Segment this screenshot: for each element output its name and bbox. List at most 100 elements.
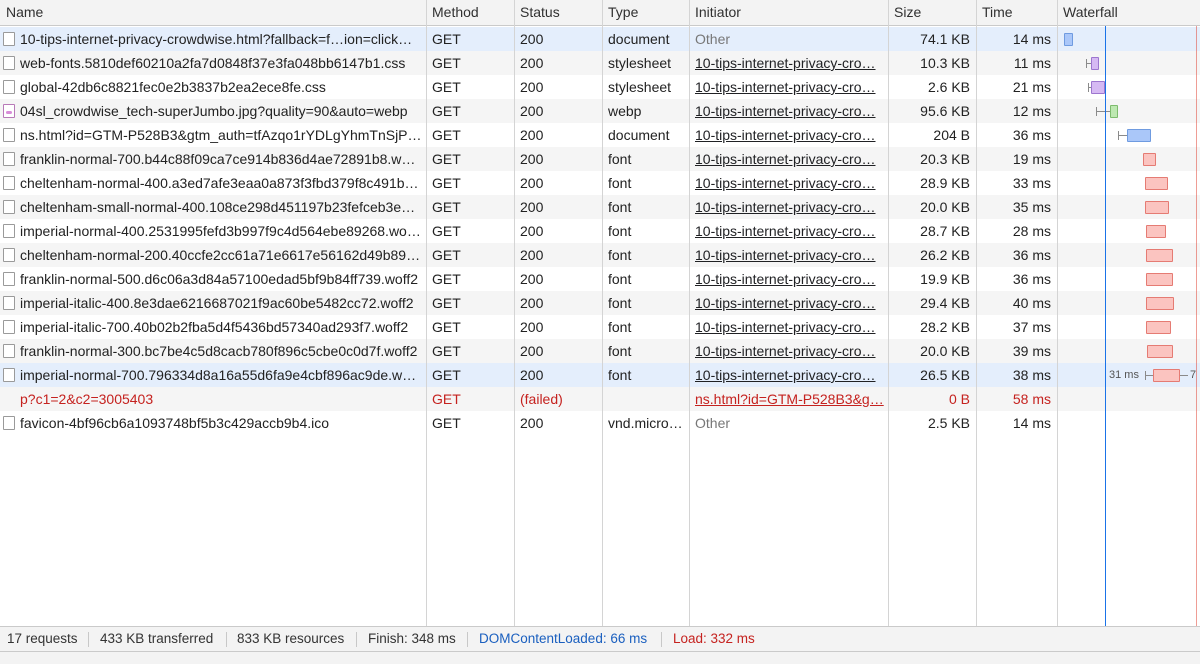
waterfall-cell[interactable] [1060, 99, 1200, 123]
waterfall-timing-bar[interactable] [1146, 321, 1171, 334]
column-divider[interactable] [689, 0, 690, 626]
request-name[interactable]: 10-tips-internet-privacy-crowdwise.html?… [20, 27, 422, 51]
waterfall-timing-bar[interactable] [1147, 345, 1173, 358]
name-cell[interactable]: imperial-italic-700.40b02b2fba5d4f5436bd… [0, 315, 426, 339]
name-cell[interactable]: ns.html?id=GTM-P528B3&gtm_auth=tfAzqo1rY… [0, 123, 426, 147]
name-cell[interactable]: web-fonts.5810def60210a2fa7d0848f37e3fa0… [0, 51, 426, 75]
name-cell[interactable]: imperial-italic-400.8e3dae6216687021f9ac… [0, 291, 426, 315]
waterfall-cell[interactable] [1060, 315, 1200, 339]
waterfall-timing-bar[interactable] [1064, 33, 1073, 46]
name-cell[interactable]: global-42db6c8821fec0e2b3837b2ea2ece8fe.… [0, 75, 426, 99]
waterfall-cell[interactable] [1060, 147, 1200, 171]
table-row[interactable]: cheltenham-normal-400.a3ed7afe3eaa0a873f… [0, 171, 1200, 195]
column-header-type[interactable]: Type [602, 0, 689, 26]
waterfall-cell[interactable] [1060, 171, 1200, 195]
waterfall-cell[interactable] [1060, 339, 1200, 363]
initiator-cell[interactable]: 10-tips-internet-privacy-cro… [689, 291, 888, 315]
initiator-cell[interactable]: 10-tips-internet-privacy-cro… [689, 267, 888, 291]
initiator-cell[interactable]: 10-tips-internet-privacy-cro… [689, 315, 888, 339]
initiator-cell[interactable]: 10-tips-internet-privacy-cro… [689, 123, 888, 147]
table-row[interactable]: 10-tips-internet-privacy-crowdwise.html?… [0, 27, 1200, 51]
waterfall-timing-bar[interactable] [1146, 225, 1166, 238]
request-name[interactable]: ns.html?id=GTM-P528B3&gtm_auth=tfAzqo1rY… [20, 123, 422, 147]
request-name[interactable]: cheltenham-normal-400.a3ed7afe3eaa0a873f… [20, 171, 422, 195]
table-row[interactable]: franklin-normal-500.d6c06a3d84a57100edad… [0, 267, 1200, 291]
table-row[interactable]: favicon-4bf96cb6a1093748bf5b3c429accb9b4… [0, 411, 1200, 435]
waterfall-timing-bar[interactable] [1127, 129, 1151, 142]
request-name[interactable]: imperial-italic-400.8e3dae6216687021f9ac… [20, 291, 422, 315]
waterfall-cell[interactable] [1060, 411, 1200, 435]
name-cell[interactable]: favicon-4bf96cb6a1093748bf5b3c429accb9b4… [0, 411, 426, 435]
initiator-cell[interactable]: 10-tips-internet-privacy-cro… [689, 363, 888, 387]
waterfall-cell[interactable] [1060, 219, 1200, 243]
waterfall-cell[interactable] [1060, 51, 1200, 75]
initiator-cell[interactable]: ns.html?id=GTM-P528B3&g… [689, 387, 888, 411]
request-name[interactable]: franklin-normal-700.b44c88f09ca7ce914b83… [20, 147, 422, 171]
name-cell[interactable]: cheltenham-small-normal-400.108ce298d451… [0, 195, 426, 219]
request-name[interactable]: imperial-italic-700.40b02b2fba5d4f5436bd… [20, 315, 422, 339]
waterfall-timing-bar[interactable] [1143, 153, 1156, 166]
column-header-time[interactable]: Time [976, 0, 1057, 26]
waterfall-cell[interactable] [1060, 243, 1200, 267]
table-row[interactable]: ns.html?id=GTM-P528B3&gtm_auth=tfAzqo1rY… [0, 123, 1200, 147]
name-cell[interactable]: 10-tips-internet-privacy-crowdwise.html?… [0, 27, 426, 51]
initiator-cell[interactable]: 10-tips-internet-privacy-cro… [689, 75, 888, 99]
waterfall-cell[interactable] [1060, 291, 1200, 315]
table-row[interactable]: franklin-normal-700.b44c88f09ca7ce914b83… [0, 147, 1200, 171]
table-row[interactable]: global-42db6c8821fec0e2b3837b2ea2ece8fe.… [0, 75, 1200, 99]
table-row[interactable]: imperial-italic-700.40b02b2fba5d4f5436bd… [0, 315, 1200, 339]
name-cell[interactable]: franklin-normal-500.d6c06a3d84a57100edad… [0, 267, 426, 291]
name-cell[interactable]: cheltenham-normal-200.40ccfe2cc61a71e661… [0, 243, 426, 267]
column-header-size[interactable]: Size [888, 0, 976, 26]
column-divider[interactable] [602, 0, 603, 626]
waterfall-timing-bar[interactable] [1110, 105, 1118, 118]
table-row[interactable]: p?c1=2&c2=3005403 GET (failed) ns.html?id=G… [0, 387, 1200, 411]
name-cell[interactable]: imperial-normal-400.2531995fefd3b997f9c4… [0, 219, 426, 243]
waterfall-timing-bar[interactable] [1146, 249, 1173, 262]
column-divider[interactable] [888, 0, 889, 626]
request-name[interactable]: cheltenham-normal-200.40ccfe2cc61a71e661… [20, 243, 422, 267]
column-header-method[interactable]: Method [426, 0, 514, 26]
waterfall-cell[interactable] [1060, 387, 1200, 411]
request-name[interactable]: global-42db6c8821fec0e2b3837b2ea2ece8fe.… [20, 75, 422, 99]
name-cell[interactable]: 04sl_crowdwise_tech-superJumbo.jpg?quali… [0, 99, 426, 123]
request-name[interactable]: franklin-normal-500.d6c06a3d84a57100edad… [20, 267, 422, 291]
waterfall-cell[interactable]: 31 ms 7 [1060, 363, 1200, 387]
initiator-cell[interactable]: 10-tips-internet-privacy-cro… [689, 99, 888, 123]
request-name[interactable]: cheltenham-small-normal-400.108ce298d451… [20, 195, 422, 219]
table-row[interactable]: franklin-normal-300.bc7be4c5d8cacb780f89… [0, 339, 1200, 363]
waterfall-timing-bar[interactable] [1153, 369, 1180, 382]
table-row[interactable]: cheltenham-small-normal-400.108ce298d451… [0, 195, 1200, 219]
waterfall-cell[interactable] [1060, 267, 1200, 291]
initiator-cell[interactable]: 10-tips-internet-privacy-cro… [689, 243, 888, 267]
name-cell[interactable]: imperial-normal-700.796334d8a16a55d6fa9e… [0, 363, 426, 387]
name-cell[interactable]: p?c1=2&c2=3005403 [0, 387, 426, 411]
column-divider[interactable] [1057, 0, 1058, 626]
waterfall-timing-bar[interactable] [1146, 273, 1173, 286]
waterfall-timing-bar[interactable] [1145, 177, 1168, 190]
request-name[interactable]: 04sl_crowdwise_tech-superJumbo.jpg?quali… [20, 99, 422, 123]
initiator-cell[interactable]: 10-tips-internet-privacy-cro… [689, 219, 888, 243]
request-name[interactable]: favicon-4bf96cb6a1093748bf5b3c429accb9b4… [20, 411, 422, 435]
name-cell[interactable]: cheltenham-normal-400.a3ed7afe3eaa0a873f… [0, 171, 426, 195]
initiator-cell[interactable]: 10-tips-internet-privacy-cro… [689, 171, 888, 195]
waterfall-cell[interactable] [1060, 195, 1200, 219]
column-header-waterfall[interactable]: Waterfall [1057, 0, 1200, 26]
table-row[interactable]: imperial-italic-400.8e3dae6216687021f9ac… [0, 291, 1200, 315]
table-row[interactable]: cheltenham-normal-200.40ccfe2cc61a71e661… [0, 243, 1200, 267]
column-header-initiator[interactable]: Initiator [689, 0, 888, 26]
waterfall-timing-bar[interactable] [1091, 81, 1105, 94]
request-name[interactable]: web-fonts.5810def60210a2fa7d0848f37e3fa0… [20, 51, 422, 75]
column-divider[interactable] [426, 0, 427, 626]
column-divider[interactable] [976, 0, 977, 626]
table-row[interactable]: imperial-normal-400.2531995fefd3b997f9c4… [0, 219, 1200, 243]
table-row[interactable]: web-fonts.5810def60210a2fa7d0848f37e3fa0… [0, 51, 1200, 75]
table-row[interactable]: 04sl_crowdwise_tech-superJumbo.jpg?quali… [0, 99, 1200, 123]
waterfall-timing-bar[interactable] [1145, 201, 1169, 214]
request-name[interactable]: imperial-normal-400.2531995fefd3b997f9c4… [20, 219, 422, 243]
request-name[interactable]: imperial-normal-700.796334d8a16a55d6fa9e… [20, 363, 422, 387]
waterfall-cell[interactable] [1060, 123, 1200, 147]
column-header-name[interactable]: Name [0, 0, 426, 26]
request-name[interactable]: p?c1=2&c2=3005403 [20, 387, 422, 411]
waterfall-cell[interactable] [1060, 27, 1200, 51]
